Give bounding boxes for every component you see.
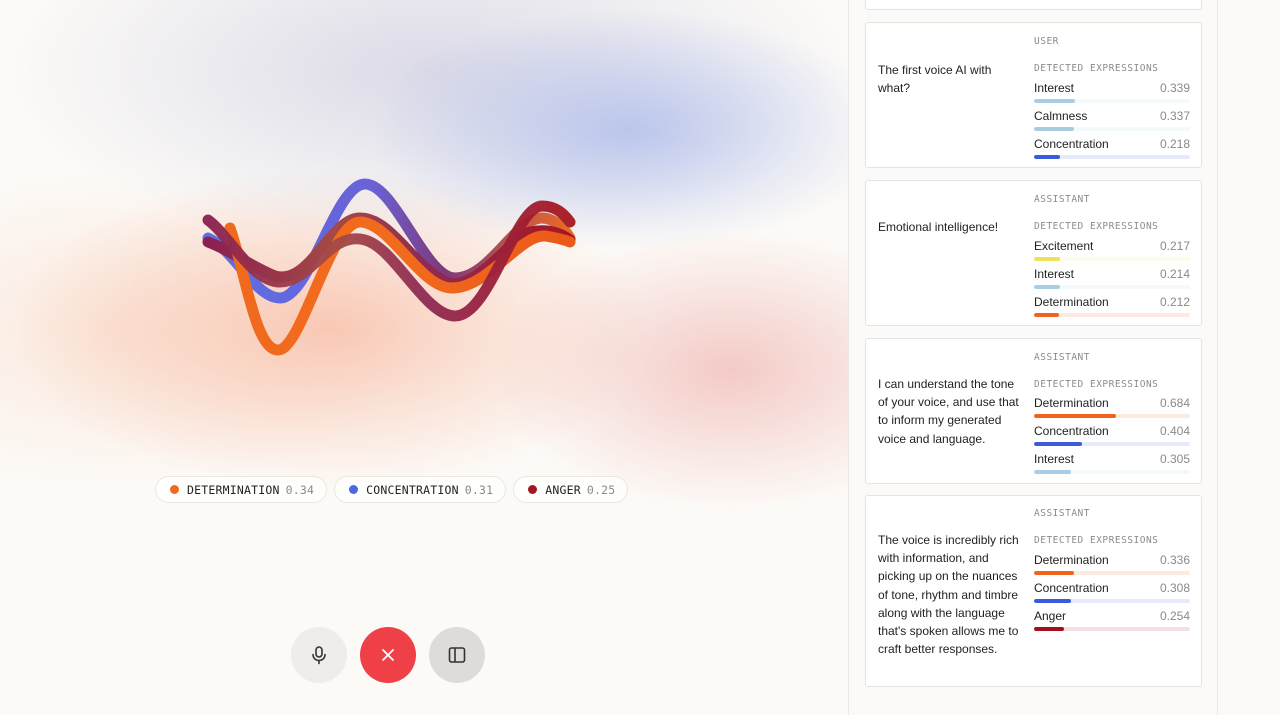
- chip-label: ANGER: [545, 482, 581, 497]
- message-text: The first voice AI with what?: [878, 63, 992, 96]
- toggle-sidebar-button[interactable]: [429, 627, 485, 683]
- expression-chip-determination: DETERMINATION 0.34: [155, 476, 328, 503]
- expression-chip-anger: ANGER 0.25: [513, 476, 629, 503]
- expression-score: 0.337: [1159, 109, 1190, 123]
- end-call-button[interactable]: [360, 627, 416, 683]
- expression-row: Concentration 0.404: [1034, 424, 1190, 450]
- message-text: Emotional intelligence!: [878, 220, 999, 234]
- expression-score: 0.254: [1159, 609, 1190, 623]
- call-controls: [291, 627, 485, 683]
- message-role: ASSISTANT: [1034, 352, 1090, 363]
- expression-row: Determination 0.684: [1034, 396, 1190, 422]
- expression-name: Excitement: [1034, 239, 1094, 253]
- expression-bar: [1034, 627, 1190, 631]
- expression-bar: [1034, 414, 1190, 418]
- expression-bar: [1034, 285, 1190, 289]
- detected-expressions-label: DETECTED EXPRESSIONS: [1034, 63, 1159, 74]
- microphone-button[interactable]: [291, 627, 347, 683]
- message-role: ASSISTANT: [1034, 508, 1090, 519]
- expression-row: Interest 0.305: [1034, 452, 1190, 478]
- expression-name: Determination: [1034, 295, 1109, 309]
- expression-bar: [1034, 470, 1190, 474]
- message-card: USER The first voice AI with what? DETEC…: [865, 22, 1202, 168]
- expression-row: Determination 0.212: [1034, 295, 1190, 321]
- expression-name: Interest: [1034, 452, 1075, 466]
- close-icon: [382, 649, 394, 661]
- expression-row: Concentration 0.308: [1034, 581, 1190, 607]
- expression-name: Anger: [1034, 609, 1067, 623]
- sidebar-toggle-icon: [448, 647, 466, 663]
- chip-score: 0.31: [464, 482, 494, 497]
- expression-bar: [1034, 571, 1190, 575]
- expression-score: 0.218: [1159, 137, 1190, 151]
- determination-dot: [170, 485, 179, 494]
- expression-name: Interest: [1034, 267, 1075, 281]
- expression-row: Concentration 0.218: [1034, 137, 1190, 163]
- expression-score: 0.214: [1159, 267, 1190, 281]
- microphone-icon: [312, 646, 326, 665]
- message-card: ASSISTANT I can understand the tone of y…: [865, 338, 1202, 484]
- anger-dot: [528, 485, 538, 494]
- expression-bar: [1034, 313, 1190, 317]
- expression-name: Interest: [1034, 81, 1075, 95]
- top-expressions-chips: DETERMINATION 0.34 CONCENTRATION 0.31 AN…: [155, 476, 629, 503]
- expression-row: Interest 0.339: [1034, 81, 1190, 107]
- expression-score: 0.217: [1159, 239, 1190, 253]
- expression-row: Excitement 0.217: [1034, 239, 1190, 265]
- expression-score: 0.336: [1159, 553, 1190, 567]
- voice-visualizer-pane: DETERMINATION 0.34 CONCENTRATION 0.31 AN…: [0, 0, 848, 715]
- expression-bar: [1034, 99, 1190, 103]
- detected-expressions-label: DETECTED EXPRESSIONS: [1034, 221, 1159, 232]
- expression-name: Determination: [1034, 396, 1109, 410]
- message-role: ASSISTANT: [1034, 194, 1090, 205]
- message-card: ASSISTANT The voice is incredibly rich w…: [865, 495, 1202, 687]
- conversation-panel: USER The first voice AI with what? DETEC…: [848, 0, 1218, 715]
- message-text: I can understand the tone of your voice,…: [878, 377, 1019, 446]
- expression-row: Calmness 0.337: [1034, 109, 1190, 135]
- waveform-line-anger: [202, 200, 576, 322]
- previous-message-card: [865, 0, 1202, 10]
- chip-score: 0.34: [285, 482, 315, 497]
- expression-name: Concentration: [1034, 581, 1109, 595]
- expression-chip-concentration: CONCENTRATION 0.31: [334, 476, 507, 503]
- expression-bar: [1034, 442, 1190, 446]
- voice-waveform: [202, 178, 576, 356]
- chip-label: CONCENTRATION: [366, 482, 459, 497]
- message-text: The voice is incredibly rich with inform…: [878, 533, 1019, 657]
- expression-bar: [1034, 155, 1190, 159]
- expression-name: Determination: [1034, 553, 1109, 567]
- expression-score: 0.305: [1159, 452, 1190, 466]
- detected-expressions-label: DETECTED EXPRESSIONS: [1034, 535, 1159, 546]
- expression-row: Anger 0.254: [1034, 609, 1190, 635]
- expression-bar: [1034, 127, 1190, 131]
- chip-label: DETERMINATION: [187, 482, 280, 497]
- expression-name: Calmness: [1034, 109, 1088, 123]
- chip-score: 0.25: [586, 482, 616, 497]
- expression-score: 0.684: [1159, 396, 1190, 410]
- message-card: ASSISTANT Emotional intelligence! DETECT…: [865, 180, 1202, 326]
- expression-row: Interest 0.214: [1034, 267, 1190, 293]
- detected-expressions-label: DETECTED EXPRESSIONS: [1034, 379, 1159, 390]
- expression-score: 0.212: [1159, 295, 1190, 309]
- expression-score: 0.308: [1159, 581, 1190, 595]
- expression-score: 0.404: [1159, 424, 1190, 438]
- message-role: USER: [1034, 36, 1059, 47]
- expression-bar: [1034, 599, 1190, 603]
- expression-score: 0.339: [1159, 81, 1190, 95]
- expression-name: Concentration: [1034, 137, 1109, 151]
- expression-row: Determination 0.336: [1034, 553, 1190, 579]
- concentration-dot: [349, 485, 359, 494]
- expression-name: Concentration: [1034, 424, 1109, 438]
- expression-bar: [1034, 257, 1190, 261]
